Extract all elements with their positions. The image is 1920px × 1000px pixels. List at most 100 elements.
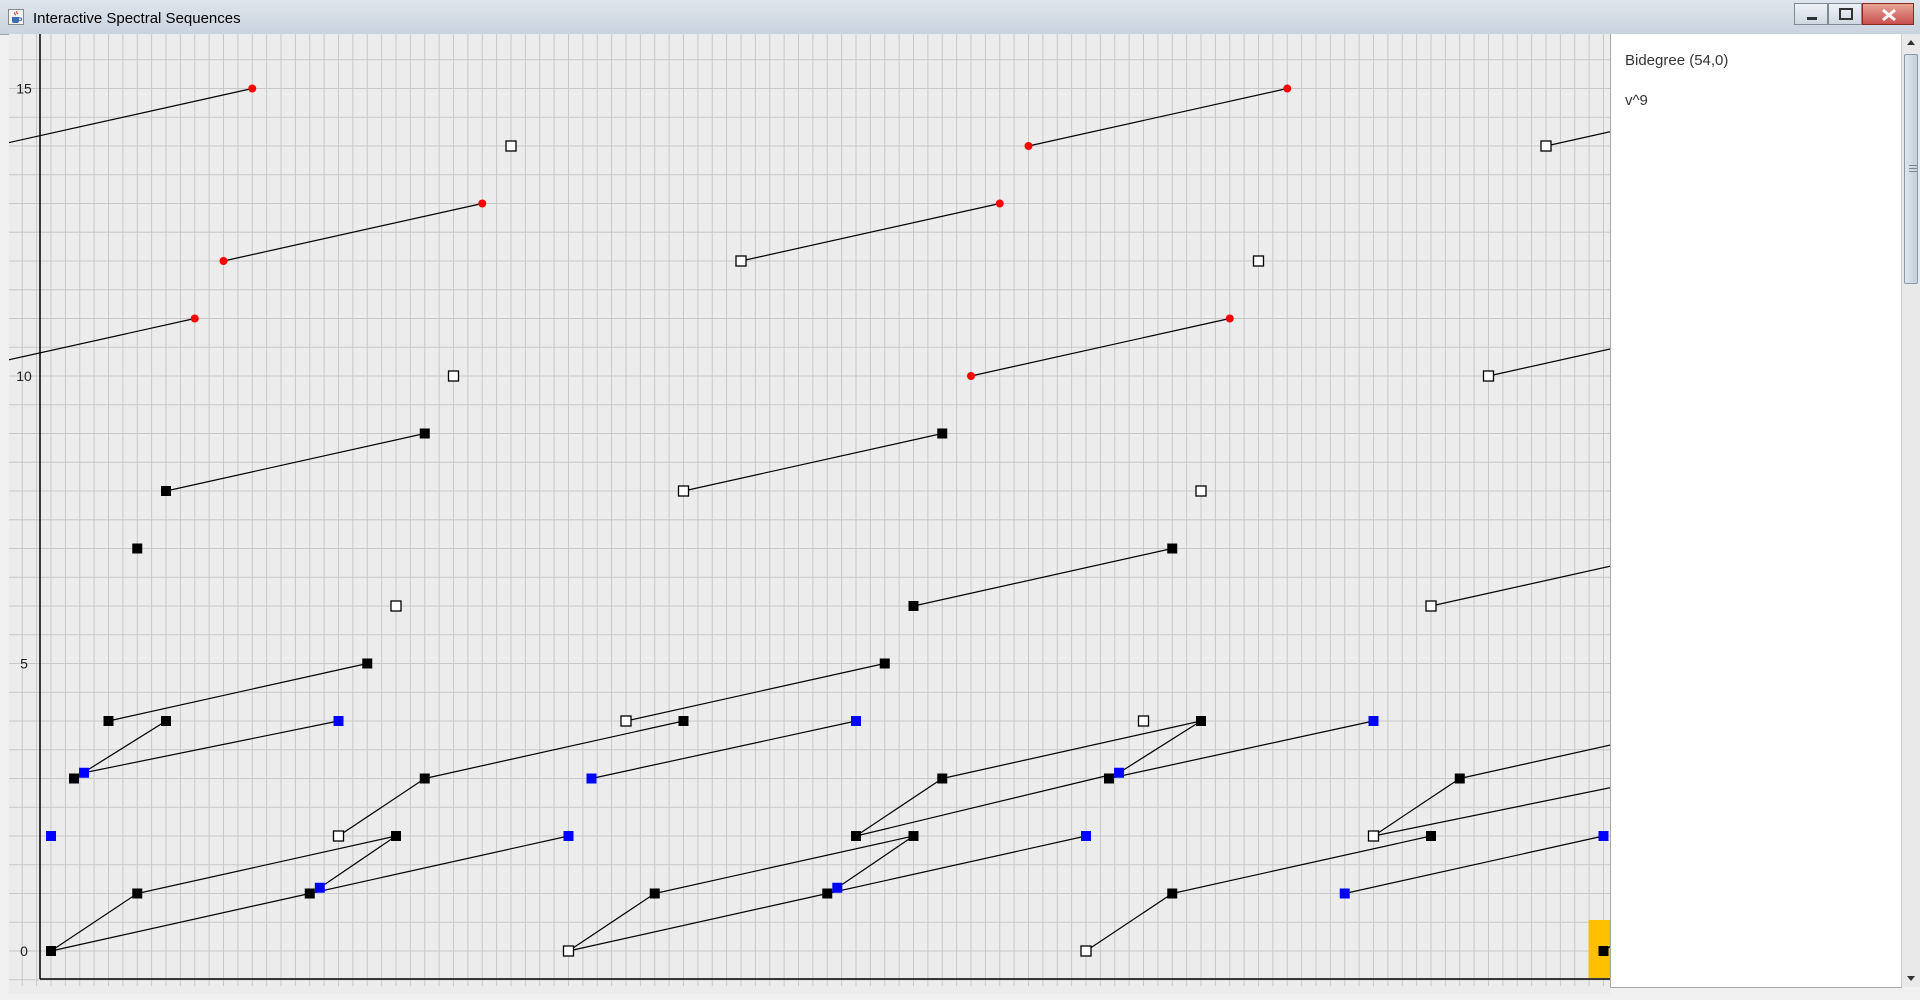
differential-line bbox=[1118, 720, 1202, 774]
minimize-icon bbox=[1807, 17, 1817, 20]
class-dot-blue[interactable] bbox=[333, 716, 344, 726]
element-label: v^9 bbox=[1625, 92, 1648, 109]
class-dot-black[interactable] bbox=[161, 486, 171, 496]
class-dot-open[interactable] bbox=[1367, 830, 1380, 842]
y-tick-label: 0 bbox=[20, 943, 28, 959]
class-dot-black[interactable] bbox=[822, 888, 833, 899]
class-dot-black[interactable] bbox=[649, 888, 660, 899]
class-dot-red[interactable] bbox=[478, 199, 487, 208]
class-dot-red[interactable] bbox=[995, 199, 1004, 208]
differential-line bbox=[855, 772, 1120, 837]
close-icon bbox=[1882, 8, 1896, 22]
window-title: Interactive Spectral Sequences bbox=[33, 10, 241, 27]
x-tick-label: 30 bbox=[906, 992, 922, 994]
class-dot-black[interactable] bbox=[1426, 831, 1436, 841]
class-dot-open[interactable] bbox=[332, 830, 345, 842]
bidegree-label: Bidegree (54,0) bbox=[1625, 52, 1729, 69]
class-dot-black[interactable] bbox=[362, 658, 373, 669]
class-dot-blue[interactable] bbox=[1598, 831, 1609, 841]
class-dot-open[interactable] bbox=[562, 945, 575, 957]
spectral-sequence-canvas[interactable]: 0 10 20 30 40 50 0 5 10 15 bbox=[9, 34, 1610, 994]
class-dot-open[interactable] bbox=[620, 715, 632, 727]
class-dot-black[interactable] bbox=[1196, 716, 1206, 726]
x-tick-label: 20 bbox=[618, 992, 634, 994]
maximize-button[interactable] bbox=[1828, 3, 1862, 25]
class-dot-blue[interactable] bbox=[832, 882, 843, 893]
class-dot-blue[interactable] bbox=[46, 831, 56, 841]
class-dot-black[interactable] bbox=[132, 888, 143, 899]
class-dot-open[interactable] bbox=[390, 600, 402, 612]
class-dot-black[interactable] bbox=[69, 773, 79, 784]
class-dot-blue[interactable] bbox=[79, 767, 90, 778]
class-dot-black[interactable] bbox=[1104, 773, 1114, 784]
scroll-up-icon[interactable] bbox=[1902, 34, 1920, 52]
differential-line bbox=[836, 835, 914, 889]
class-dot-black[interactable] bbox=[937, 428, 948, 439]
class-dot-red[interactable] bbox=[1024, 142, 1033, 150]
class-dot-black[interactable] bbox=[851, 831, 861, 841]
y-tick-label: 15 bbox=[16, 81, 32, 97]
x-tick-label: 0 bbox=[47, 992, 55, 994]
class-dot-open[interactable] bbox=[1080, 945, 1092, 957]
vertical-scrollbar[interactable] bbox=[1901, 34, 1920, 987]
app-window: Interactive Spectral Sequences 0 10 20 30 40… bbox=[0, 0, 1920, 1000]
class-dot-blue[interactable] bbox=[563, 831, 574, 841]
class-dot-black[interactable] bbox=[937, 773, 948, 784]
title-bar[interactable]: Interactive Spectral Sequences bbox=[0, 0, 1920, 35]
class-dot-black[interactable] bbox=[419, 773, 430, 784]
class-dot-red[interactable] bbox=[219, 257, 228, 265]
class-dot-black[interactable] bbox=[908, 831, 919, 841]
y-tick-label: 10 bbox=[16, 368, 32, 384]
differential-line bbox=[319, 835, 397, 889]
class-dot-open[interactable] bbox=[735, 255, 747, 267]
close-button[interactable] bbox=[1862, 3, 1914, 25]
class-dot-blue[interactable] bbox=[314, 882, 325, 893]
spectral-sequence-plot[interactable]: 0 10 20 30 40 50 0 5 10 15 bbox=[9, 34, 1610, 994]
java-cup-icon bbox=[8, 9, 24, 25]
minimize-button[interactable] bbox=[1794, 3, 1828, 25]
class-dot-open[interactable] bbox=[505, 140, 517, 152]
class-dot-blue[interactable] bbox=[586, 773, 597, 784]
class-dot-open[interactable] bbox=[1425, 600, 1437, 612]
y-tick-label: 5 bbox=[20, 656, 28, 672]
class-dot-black[interactable] bbox=[161, 716, 171, 726]
class-dot-black[interactable] bbox=[46, 946, 56, 956]
class-dot-open[interactable] bbox=[1137, 715, 1150, 727]
class-dot-black[interactable] bbox=[304, 888, 315, 899]
class-dot-red[interactable] bbox=[248, 84, 257, 93]
class-dot-black[interactable] bbox=[1598, 946, 1609, 956]
class-dot-red[interactable] bbox=[190, 314, 199, 323]
maximize-icon bbox=[1839, 8, 1853, 20]
class-dot-black[interactable] bbox=[1167, 888, 1178, 899]
class-dot-black[interactable] bbox=[419, 428, 430, 439]
class-dot-red[interactable] bbox=[1283, 84, 1292, 93]
scroll-thumb[interactable] bbox=[1904, 54, 1918, 284]
class-dot-black[interactable] bbox=[879, 658, 890, 669]
class-dot-blue[interactable] bbox=[1339, 888, 1350, 899]
class-dot-black[interactable] bbox=[1454, 773, 1465, 784]
class-dot-open[interactable] bbox=[1482, 370, 1495, 382]
class-dot-blue[interactable] bbox=[851, 716, 861, 726]
class-dot-open[interactable] bbox=[1252, 255, 1265, 267]
class-dot-open[interactable] bbox=[1540, 140, 1552, 152]
class-dot-black[interactable] bbox=[391, 831, 401, 841]
info-panel: Bidegree (54,0) v^9 bbox=[1610, 34, 1902, 988]
class-dot-black[interactable] bbox=[1167, 543, 1178, 554]
class-dot-black[interactable] bbox=[132, 543, 143, 554]
differential-line bbox=[83, 720, 339, 774]
x-tick-label: 10 bbox=[331, 992, 347, 994]
scroll-down-icon[interactable] bbox=[1902, 969, 1920, 987]
class-dot-blue[interactable] bbox=[1114, 767, 1125, 778]
class-dot-black[interactable] bbox=[103, 716, 114, 726]
class-dot-red[interactable] bbox=[967, 372, 975, 380]
class-dot-blue[interactable] bbox=[1081, 831, 1091, 841]
class-dot-open[interactable] bbox=[1195, 485, 1207, 497]
class-dot-red[interactable] bbox=[1225, 314, 1234, 323]
class-dot-open[interactable] bbox=[447, 370, 460, 382]
class-dot-blue[interactable] bbox=[1368, 716, 1379, 726]
x-tick-label: 40 bbox=[1193, 992, 1209, 994]
class-dot-black[interactable] bbox=[908, 601, 919, 611]
class-dot-black[interactable] bbox=[678, 716, 689, 726]
x-tick-label: 50 bbox=[1481, 992, 1497, 994]
class-dot-open[interactable] bbox=[677, 485, 690, 497]
